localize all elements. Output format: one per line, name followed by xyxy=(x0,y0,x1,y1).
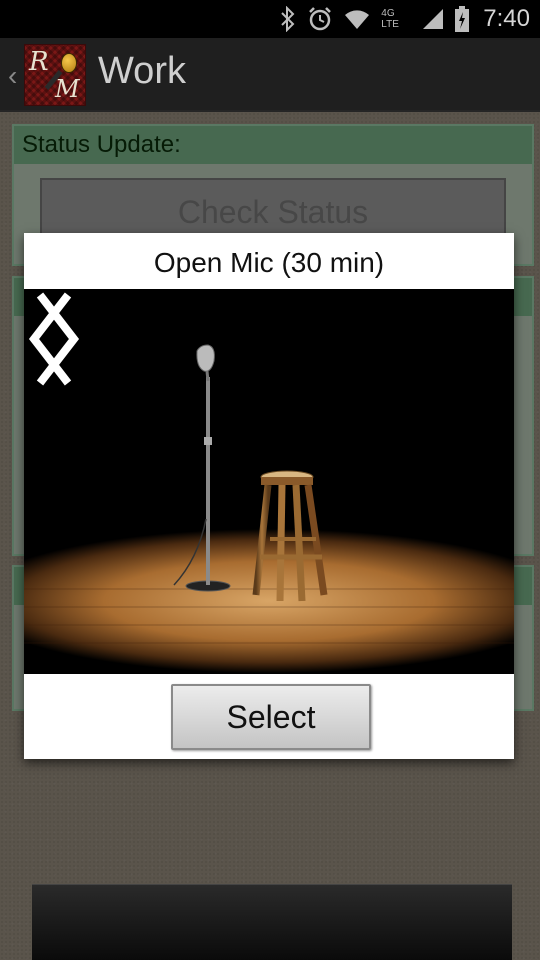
dialog-title: Open Mic (30 min) xyxy=(153,247,385,278)
page-title: Work xyxy=(98,50,186,92)
clock: 7:40 xyxy=(483,5,530,32)
venue-dialog: Open Mic (30 min) Select xyxy=(24,233,514,759)
wifi-icon xyxy=(345,10,370,29)
battery-icon xyxy=(455,6,470,32)
select-button[interactable]: Select xyxy=(171,684,371,750)
microphone-icon xyxy=(61,53,77,73)
logo-letter-r: R xyxy=(29,47,49,77)
alarm-icon xyxy=(309,7,332,31)
open-mic-stage-image xyxy=(24,289,514,674)
stage-illustration xyxy=(24,289,514,674)
chevron-right-icon[interactable] xyxy=(24,289,84,389)
back-caret-icon[interactable]: ‹ xyxy=(8,60,17,92)
status-icons: 4G LTE 7:40 xyxy=(279,0,530,38)
status-bar: 4G LTE 7:40 xyxy=(0,0,540,38)
bluetooth-icon xyxy=(281,6,295,32)
app-logo[interactable]: R M xyxy=(24,44,86,106)
bottom-banner xyxy=(32,884,512,960)
logo-letter-m: M xyxy=(55,75,80,103)
signal-icon xyxy=(423,9,444,29)
action-bar: ‹ R M Work xyxy=(0,38,540,112)
network-type-label: 4G LTE xyxy=(381,8,399,30)
